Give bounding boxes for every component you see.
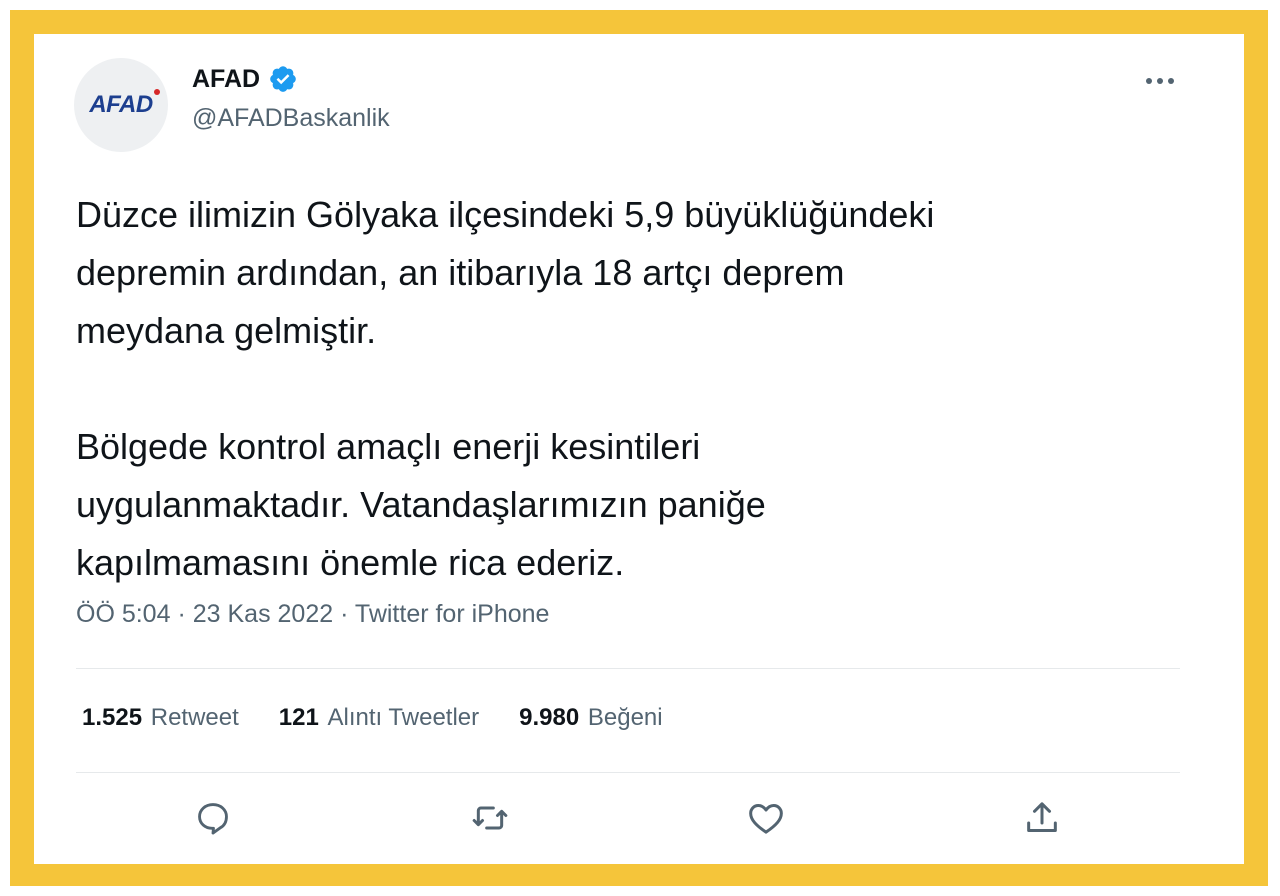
- tweet-text: Düzce ilimizin Gölyaka ilçesindeki 5,9 b…: [76, 194, 935, 583]
- retweet-count[interactable]: 1.525 Retweet: [82, 704, 239, 732]
- tweet-time[interactable]: ÖÖ 5:04: [76, 600, 171, 628]
- divider-top: [76, 668, 1180, 669]
- tweet-source[interactable]: Twitter for iPhone: [355, 600, 550, 628]
- share-button[interactable]: [1019, 795, 1065, 841]
- like-count[interactable]: 9.980 Beğeni: [519, 704, 662, 732]
- verified-badge-icon: [270, 66, 296, 92]
- tweet-date[interactable]: 23 Kas 2022: [193, 600, 333, 628]
- avatar-logo-text: AFAD: [89, 91, 153, 118]
- retweet-icon: [472, 806, 508, 830]
- heart-icon: [749, 804, 783, 834]
- avatar[interactable]: AFAD: [74, 58, 168, 152]
- tweet-actions: [0, 795, 1280, 841]
- retweet-count-value: 1.525: [82, 704, 143, 731]
- quote-count[interactable]: 121 Alıntı Tweetler: [279, 704, 479, 732]
- reply-icon: [198, 803, 228, 835]
- more-icon[interactable]: [1140, 64, 1180, 98]
- meta-separator: ·: [177, 600, 186, 628]
- author-name-row: AFAD: [192, 64, 298, 94]
- display-name[interactable]: AFAD: [192, 65, 260, 94]
- reply-button[interactable]: [190, 795, 236, 841]
- retweet-count-label: Retweet: [150, 704, 239, 731]
- divider-bottom: [76, 772, 1180, 773]
- like-button[interactable]: [743, 795, 789, 841]
- meta-separator: ·: [340, 600, 349, 628]
- logo-dot: [153, 89, 160, 95]
- afad-logo: AFAD: [89, 89, 160, 119]
- quote-count-value: 121: [278, 704, 319, 731]
- quote-count-label: Alıntı Tweetler: [327, 704, 480, 731]
- tweet-meta: ÖÖ 5:04 · 23 Kas 2022 · Twitter for iPho…: [76, 600, 549, 629]
- tweet-stats: 1.525 Retweet 121 Alıntı Tweetler 9.980 …: [82, 704, 663, 732]
- retweet-button[interactable]: [467, 795, 513, 841]
- user-handle[interactable]: @AFADBaskanlik: [192, 104, 390, 133]
- like-count-label: Beğeni: [587, 704, 663, 731]
- more-dots-icon: [1146, 78, 1174, 84]
- share-icon: [1027, 802, 1057, 832]
- like-count-value: 9.980: [519, 704, 580, 731]
